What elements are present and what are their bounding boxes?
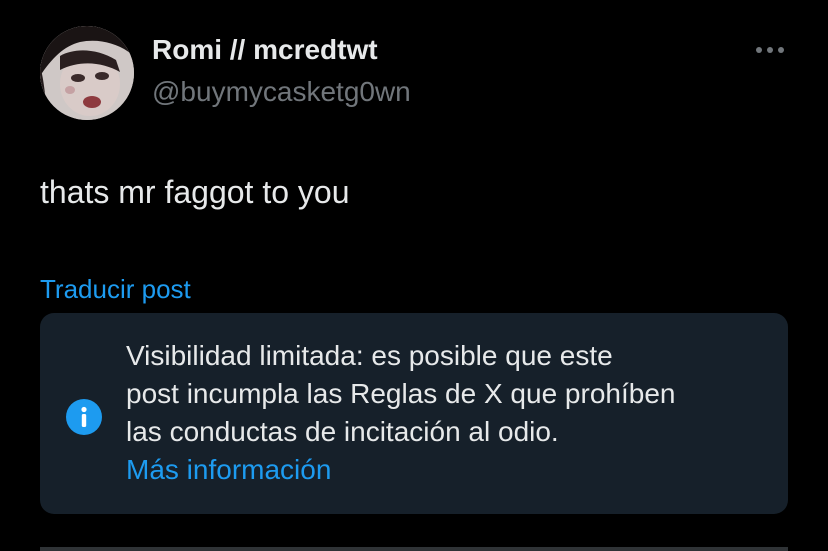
avatar[interactable] [40, 26, 134, 120]
more-info-link[interactable]: Más información [126, 451, 776, 489]
author-handle[interactable]: @buymycasketg0wn [152, 76, 411, 108]
profile-photo-icon [40, 26, 134, 120]
notice-line: Visibilidad limitada: es posible que est… [126, 340, 613, 371]
ellipsis-icon [756, 47, 784, 53]
notice-message: Visibilidad limitada: es posible que est… [126, 337, 776, 489]
info-icon [66, 399, 102, 435]
notice-line: post incumpla las Reglas de X que prohíb… [126, 378, 676, 409]
more-options-button[interactable] [750, 36, 790, 64]
divider [40, 547, 788, 551]
notice-line: las conductas de incitación al odio. [126, 416, 559, 447]
post-text: thats mr faggot to you [40, 174, 350, 210]
author-display-name[interactable]: Romi // mcredtwt [152, 34, 378, 66]
limited-visibility-notice: Visibilidad limitada: es posible que est… [40, 313, 788, 514]
translate-post-link[interactable]: Traducir post [40, 274, 191, 305]
